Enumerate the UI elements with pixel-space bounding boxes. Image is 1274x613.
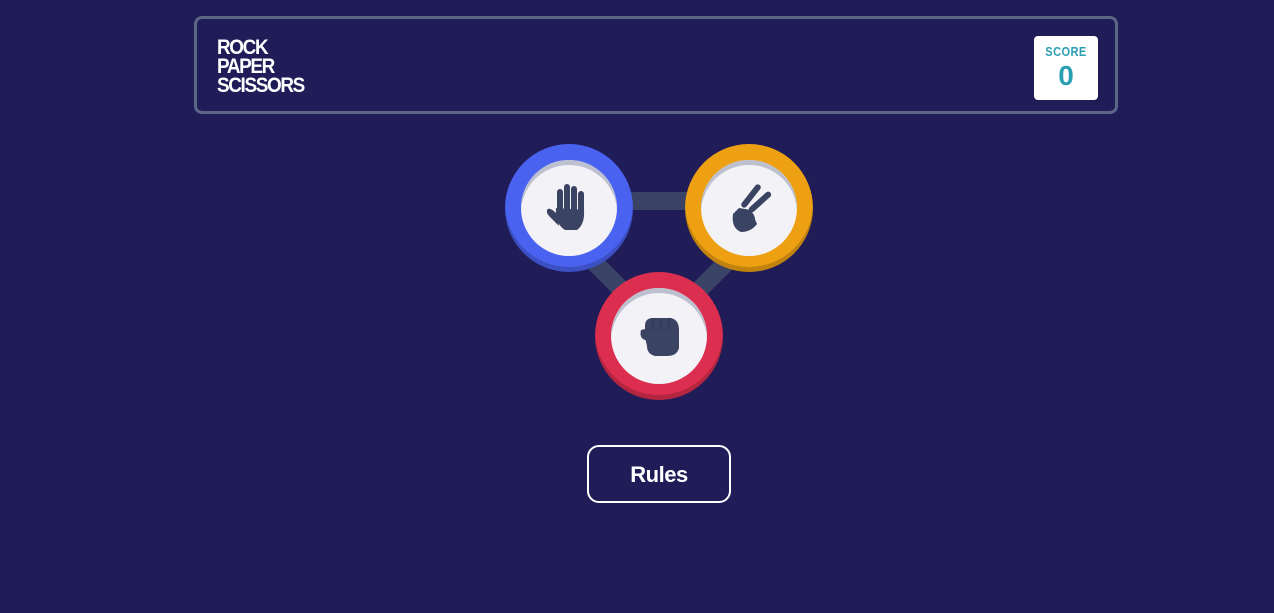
score-box: SCORE 0 bbox=[1034, 36, 1098, 100]
rock-choice-button[interactable] bbox=[595, 272, 723, 400]
header-bar: ROCK PAPER SCISSORS SCORE 0 bbox=[194, 16, 1118, 114]
rock-fist-icon bbox=[640, 318, 679, 356]
choice-board bbox=[505, 144, 815, 404]
scissors-choice-button[interactable] bbox=[685, 144, 813, 272]
scissors-choice-face bbox=[701, 160, 797, 256]
rules-button[interactable]: Rules bbox=[587, 445, 731, 503]
game-page: ROCK PAPER SCISSORS SCORE 0 Rules bbox=[0, 0, 1274, 613]
score-label: SCORE bbox=[1045, 44, 1087, 59]
paper-hand-icon bbox=[546, 184, 585, 230]
paper-choice-button[interactable] bbox=[505, 144, 633, 272]
paper-choice-face bbox=[521, 160, 617, 256]
rock-choice-face bbox=[611, 288, 707, 384]
game-title: ROCK PAPER SCISSORS bbox=[217, 37, 305, 97]
title-line-scissors: SCISSORS bbox=[217, 74, 305, 97]
scissors-hand-icon bbox=[732, 184, 772, 232]
score-value: 0 bbox=[1058, 60, 1074, 91]
